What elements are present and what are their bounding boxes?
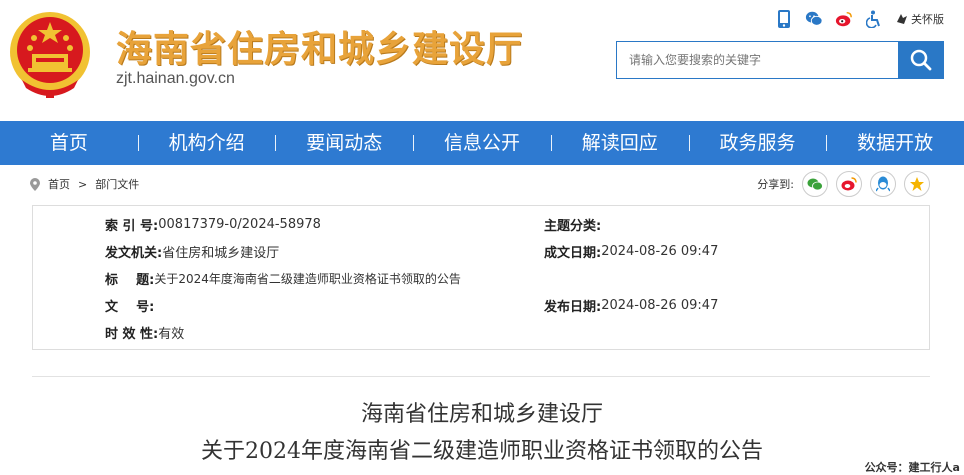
document-title-heading: 关于2024年度海南省二级建造师职业资格证书领取的公告 xyxy=(201,439,763,464)
meta-validity-label: 时 效 性: xyxy=(105,326,159,342)
breadcrumb: 首页 > 部门文件 xyxy=(30,176,139,192)
meta-category: 主题分类: xyxy=(544,214,601,234)
nav-item-disclosure[interactable]: 信息公开 xyxy=(413,121,551,165)
meta-category-label: 主题分类: xyxy=(544,218,602,234)
document-metadata-panel: 索 引 号: 00817379-0/2024-58978 主题分类: 发文机关:… xyxy=(32,205,930,350)
site-url: zjt.hainan.gov.cn xyxy=(116,70,235,87)
meta-published-label: 发布日期: xyxy=(544,299,602,315)
meta-title-label: 标 题: xyxy=(105,272,155,288)
care-mode-label: 关怀版 xyxy=(911,13,944,26)
meta-validity-value: 有效 xyxy=(158,326,185,342)
breadcrumb-separator: > xyxy=(78,177,88,191)
wechat-icon xyxy=(807,178,823,191)
meta-created-label: 成文日期: xyxy=(544,245,602,261)
document-issuer-heading: 海南省住房和城乡建设厅 xyxy=(360,402,603,427)
divider xyxy=(32,376,930,377)
care-icon xyxy=(897,14,907,24)
care-mode-link[interactable]: 关怀版 xyxy=(895,11,944,27)
site-title: 海南省住房和城乡建设厅 xyxy=(116,29,524,70)
weibo-icon xyxy=(841,177,857,191)
search-button[interactable] xyxy=(898,41,944,79)
share-label: 分享到: xyxy=(757,178,794,191)
search-bar xyxy=(616,41,944,79)
site-header: 海南省住房和城乡建设厅 zjt.hainan.gov.cn 关怀版 xyxy=(0,0,964,120)
meta-issuer-value: 省住房和城乡建设厅 xyxy=(162,245,280,261)
meta-issuer-label: 发文机关: xyxy=(105,245,163,261)
meta-published: 发布日期: 2024-08-26 09:47 xyxy=(544,295,718,315)
qq-icon xyxy=(876,176,890,192)
location-pin-icon xyxy=(30,177,40,191)
watermark: 公众号：建工行人a xyxy=(862,459,962,475)
national-emblem-icon xyxy=(10,12,90,98)
meta-index-label: 索 引 号: xyxy=(105,218,159,234)
meta-index: 索 引 号: 00817379-0/2024-58978 xyxy=(105,214,321,234)
nav-item-interpretation[interactable]: 解读回应 xyxy=(550,121,689,165)
nav-item-organization[interactable]: 机构介绍 xyxy=(137,121,276,165)
share-wechat-button[interactable] xyxy=(802,171,828,197)
nav-item-home[interactable]: 首页 xyxy=(0,121,138,165)
meta-title-value: 关于2024年度海南省二级建造师职业资格证书领取的公告 xyxy=(154,271,461,286)
meta-published-value: 2024-08-26 09:47 xyxy=(601,297,719,313)
accessibility-icon[interactable] xyxy=(865,10,883,28)
meta-title: 标 题: 关于2024年度海南省二级建造师职业资格证书领取的公告 xyxy=(105,268,461,288)
search-icon xyxy=(910,49,932,71)
breadcrumb-bar: 首页 > 部门文件 分享到: xyxy=(30,171,930,197)
share-weibo-button[interactable] xyxy=(836,171,862,197)
nav-item-open-data[interactable]: 数据开放 xyxy=(826,121,964,165)
meta-created: 成文日期: 2024-08-26 09:47 xyxy=(544,241,718,261)
main-nav: 首页 机构介绍 要闻动态 信息公开 解读回应 政务服务 数据开放 xyxy=(0,121,964,165)
mobile-icon[interactable] xyxy=(775,10,793,28)
weibo-icon[interactable] xyxy=(835,10,853,28)
breadcrumb-current[interactable]: 部门文件 xyxy=(95,176,139,192)
wechat-icon[interactable] xyxy=(805,10,823,28)
meta-docno-label: 文 号: xyxy=(105,299,155,315)
nav-item-services[interactable]: 政务服务 xyxy=(688,121,827,165)
share-qzone-button[interactable] xyxy=(904,171,930,197)
nav-item-news[interactable]: 要闻动态 xyxy=(275,121,413,165)
meta-created-value: 2024-08-26 09:47 xyxy=(601,243,719,259)
share-qq-button[interactable] xyxy=(870,171,896,197)
share-bar: 分享到: xyxy=(757,171,930,197)
qzone-icon xyxy=(910,177,924,191)
breadcrumb-home[interactable]: 首页 xyxy=(48,176,70,192)
search-input[interactable] xyxy=(616,41,898,79)
meta-index-value: 00817379-0/2024-58978 xyxy=(158,216,321,232)
meta-docno: 文 号: xyxy=(105,295,154,315)
top-utility-bar: 关怀版 xyxy=(775,10,944,28)
meta-validity: 时 效 性: 有效 xyxy=(105,322,184,342)
meta-issuer: 发文机关: 省住房和城乡建设厅 xyxy=(105,241,279,261)
